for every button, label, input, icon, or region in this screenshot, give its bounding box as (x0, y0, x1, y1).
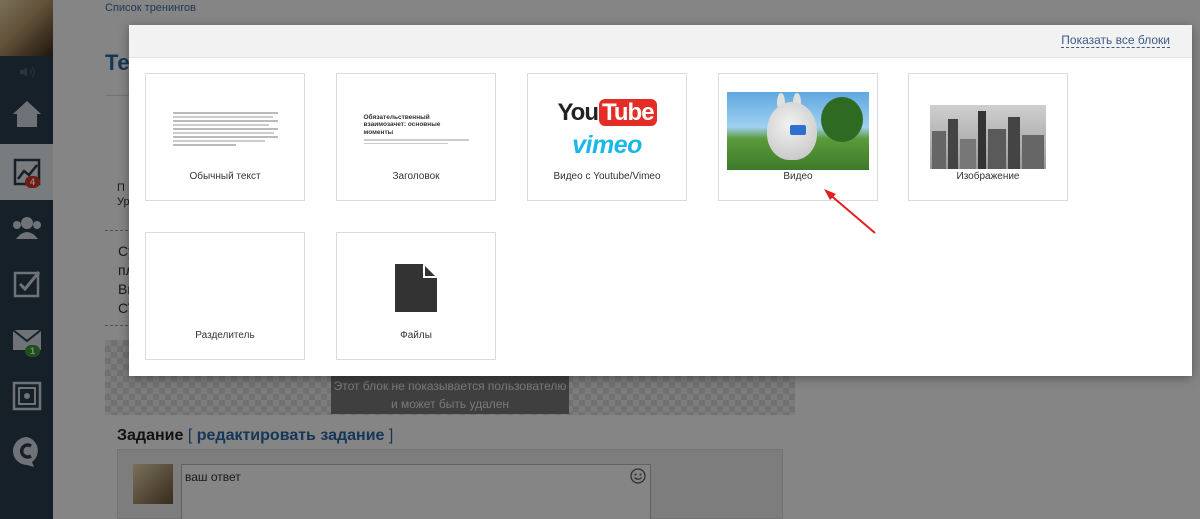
video-thumbnail (727, 92, 869, 170)
block-label: Обычный текст (189, 171, 261, 182)
block-label: Заголовок (392, 171, 440, 182)
image-preview (917, 96, 1059, 178)
file-icon (395, 264, 437, 312)
block-separator[interactable]: Разделитель (145, 232, 305, 360)
block-label: Разделитель (195, 330, 255, 341)
block-video[interactable]: Видео (718, 73, 878, 201)
youtube-logo-icon: You Tube (557, 98, 657, 127)
block-label: Изображение (956, 171, 1020, 182)
preview-heading: Обязательственный взаимозачет: основные … (363, 113, 441, 136)
modal-header: Показать все блоки (129, 25, 1192, 58)
block-label: Видео с Youtube/Vimeo (553, 171, 661, 182)
block-image[interactable]: Изображение (908, 73, 1068, 201)
video-preview (727, 90, 869, 172)
block-label: Видео (783, 171, 813, 182)
block-files[interactable]: Файлы (336, 232, 496, 360)
youtube-vimeo-preview: You Tube vimeo (536, 88, 678, 170)
block-label: Файлы (400, 330, 432, 341)
show-all-blocks-link[interactable]: Показать все блоки (1061, 34, 1170, 48)
plain-text-preview (154, 88, 296, 170)
play-icon (790, 125, 806, 135)
annotation-arrow-icon (824, 189, 876, 234)
city-photo-thumbnail (930, 105, 1046, 169)
files-preview (345, 247, 487, 329)
block-youtube-vimeo[interactable]: You Tube vimeo Видео с Youtube/Vimeo (527, 73, 687, 201)
vimeo-logo-icon: vimeo (572, 130, 642, 159)
heading-preview: Обязательственный взаимозачет: основные … (345, 88, 487, 170)
block-heading[interactable]: Обязательственный взаимозачет: основные … (336, 73, 496, 201)
block-plain-text[interactable]: Обычный текст (145, 73, 305, 201)
add-block-modal: Показать все блоки Обычный текст Обязате… (129, 25, 1192, 376)
